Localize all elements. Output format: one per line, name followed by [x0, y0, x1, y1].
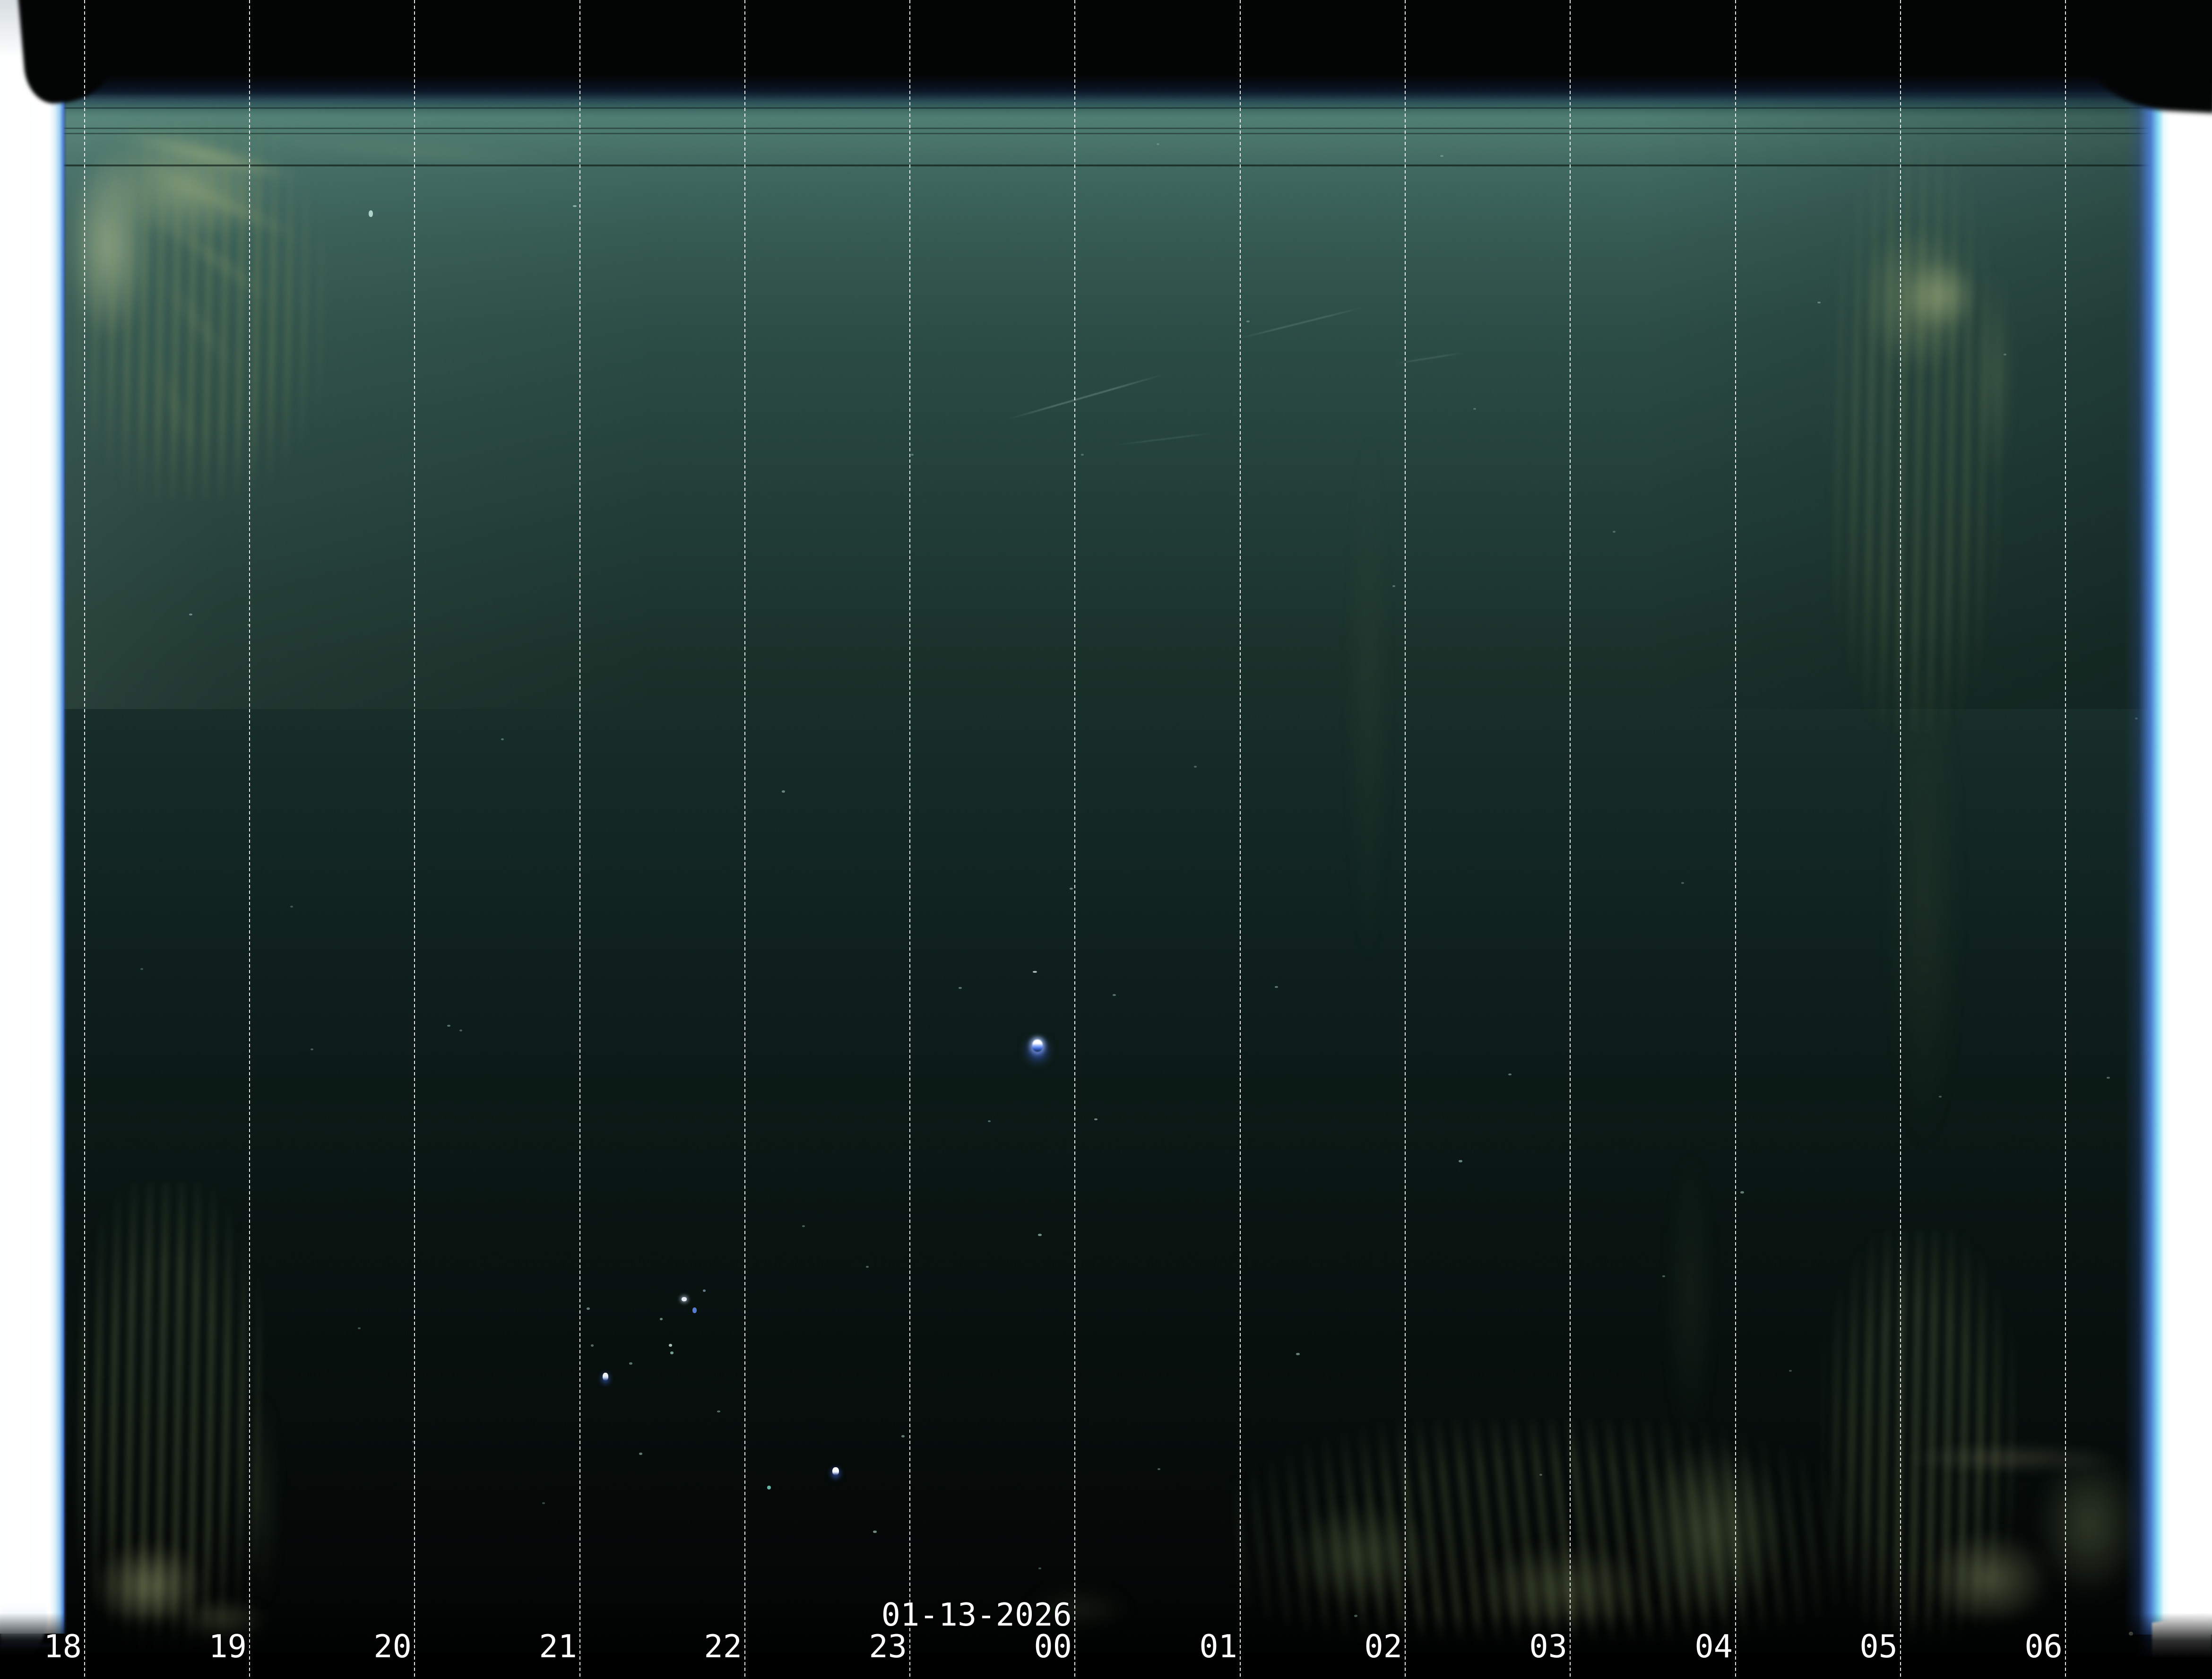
hour-label-19: 19	[208, 1631, 247, 1662]
hour-label-06: 06	[2024, 1631, 2063, 1662]
hour-label-21: 21	[539, 1631, 577, 1662]
hour-label-04: 04	[1694, 1631, 1733, 1662]
hour-gridline-02	[1405, 0, 1406, 1679]
hour-gridline-00	[1074, 0, 1075, 1679]
hour-label-18: 18	[43, 1631, 82, 1662]
keogram-image: 01-13-2026 18 19 20 21 22 23 00 01 02 03 04 05 06	[0, 0, 2212, 1679]
hour-label-05: 05	[1859, 1631, 1898, 1662]
hour-gridline-01	[1240, 0, 1241, 1679]
hour-gridline-06	[2065, 0, 2066, 1679]
date-label: 01-13-2026	[881, 1599, 1072, 1631]
hour-label-22: 22	[704, 1631, 742, 1662]
hour-gridline-23	[909, 0, 910, 1679]
hour-gridline-03	[1570, 0, 1571, 1679]
noise-overlay	[0, 0, 2212, 1679]
hour-label-01: 01	[1199, 1631, 1237, 1662]
hour-gridline-05	[1900, 0, 1901, 1679]
hour-label-00: 00	[1034, 1631, 1072, 1662]
hour-label-02: 02	[1364, 1631, 1402, 1662]
hour-gridline-21	[579, 0, 580, 1679]
hour-gridline-20	[414, 0, 415, 1679]
hour-label-03: 03	[1529, 1631, 1567, 1662]
hour-gridline-22	[744, 0, 745, 1679]
hour-label-20: 20	[373, 1631, 412, 1662]
hour-label-23: 23	[869, 1631, 907, 1662]
hour-gridline-04	[1735, 0, 1736, 1679]
hour-gridline-18	[84, 0, 85, 1679]
hour-gridline-19	[249, 0, 250, 1679]
